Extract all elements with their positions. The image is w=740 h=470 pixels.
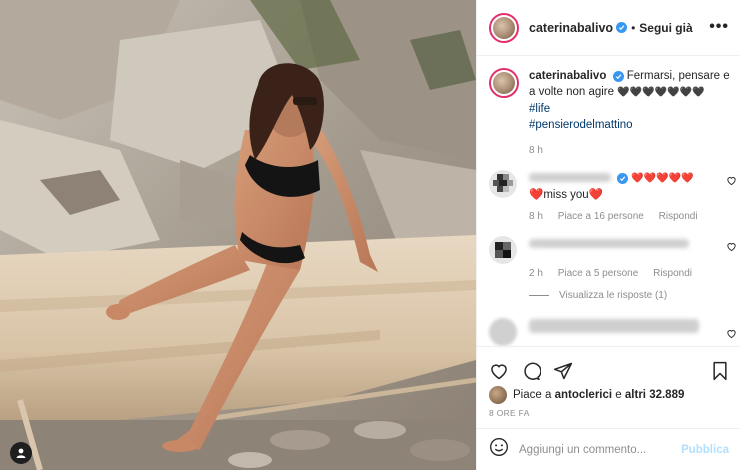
comment-text-hearts: ❤️❤️❤️❤️❤️ (631, 173, 694, 184)
view-replies-link[interactable]: Visualizza le risposte (1) (529, 290, 667, 301)
emoji-icon[interactable] (489, 437, 509, 462)
heart-icon[interactable] (726, 239, 737, 257)
post-caption: caterinabalivo Fermarsi, pensare e a vol… (489, 68, 733, 159)
likes-joiner: e (615, 389, 622, 401)
publish-button[interactable]: Pubblica (681, 444, 729, 456)
user-tag-icon[interactable] (10, 442, 32, 464)
hashtag-life[interactable]: #life (529, 101, 733, 117)
blurred-comment (529, 318, 699, 333)
reply-button[interactable]: Rispondi (653, 268, 692, 279)
header-separator: • (631, 20, 636, 35)
comment-input[interactable] (519, 443, 669, 456)
caption-username[interactable]: caterinabalivo (529, 70, 606, 82)
comment-item: 2 h Piace a 5 persone Rispondi (489, 236, 736, 282)
verified-icon (616, 22, 628, 33)
heart-icon[interactable] (726, 326, 737, 344)
add-comment-bar: Pubblica (477, 428, 740, 470)
reply-button[interactable]: Rispondi (659, 211, 698, 222)
comment-avatar[interactable] (489, 318, 517, 346)
post-photo-image (0, 0, 476, 470)
comment-avatar[interactable] (489, 236, 517, 264)
comment-likes[interactable]: Piace a 16 persone (558, 211, 644, 222)
comment-likes[interactable]: Piace a 5 persone (558, 268, 639, 279)
post-header: caterinabalivo • Segui già ••• (477, 0, 740, 56)
follow-status-button[interactable]: Segui già (639, 21, 692, 35)
comment-item: ❤️❤️❤️❤️❤️ ❤️miss you❤️ 8 h Piace a 16 p… (489, 170, 736, 225)
post-photo[interactable] (0, 0, 476, 470)
likes-user[interactable]: antoclerici (555, 389, 613, 401)
likes-summary[interactable]: Piace a antoclerici e altri 32.889 (489, 386, 684, 404)
verified-icon (612, 71, 624, 82)
author-avatar[interactable] (489, 12, 519, 43)
author-username[interactable]: caterinabalivo (529, 21, 613, 35)
action-bar (477, 346, 740, 386)
comment-time[interactable]: 8 h (529, 211, 543, 222)
liker-avatar (489, 386, 507, 404)
likes-prefix: Piace a (513, 389, 552, 401)
view-replies-label: Visualizza le risposte (1) (559, 290, 668, 301)
post-side-panel: caterinabalivo • Segui già ••• caterinab… (476, 0, 740, 470)
caption-time[interactable]: 8 h (529, 143, 733, 159)
caption-avatar[interactable] (489, 68, 519, 98)
heart-icon[interactable] (489, 361, 509, 386)
blurred-comment (529, 239, 689, 249)
hashtag-pensierodelmattino[interactable]: #pensierodelmattino (529, 117, 733, 133)
comment-icon[interactable] (521, 361, 542, 386)
caption-hearts: 🖤🖤🖤🖤🖤🖤🖤 (617, 87, 705, 98)
verified-icon (617, 173, 629, 184)
post-date[interactable]: 8 ORE FA (489, 408, 530, 418)
comment-avatar[interactable] (489, 170, 517, 198)
comment-time[interactable]: 2 h (529, 268, 543, 279)
comment-item (489, 318, 736, 346)
bookmark-icon[interactable] (711, 361, 729, 386)
blurred-username (529, 173, 611, 183)
heart-icon[interactable] (726, 173, 737, 191)
more-icon[interactable]: ••• (709, 18, 729, 36)
share-icon[interactable] (553, 361, 573, 386)
likes-others[interactable]: altri 32.889 (625, 389, 684, 401)
comment-text: ❤️miss you❤️ (529, 189, 604, 201)
